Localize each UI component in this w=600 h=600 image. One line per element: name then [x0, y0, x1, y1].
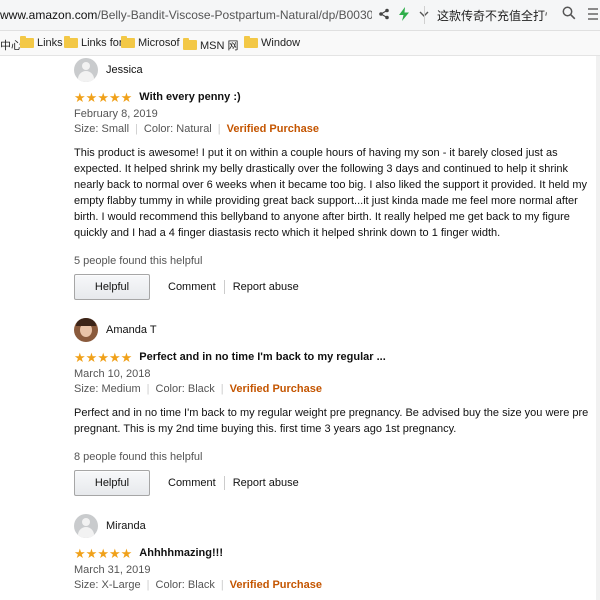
- bookmark-center[interactable]: 中心: [0, 37, 22, 53]
- star-rating[interactable]: ★ ★ ★ ★ ★: [74, 91, 132, 104]
- star-icon: ★: [74, 89, 86, 105]
- star-icon: ★: [97, 545, 109, 561]
- review-item: Amanda T ★ ★ ★ ★ ★ Perfect and in no time I'…: [74, 317, 594, 496]
- star-rating[interactable]: ★ ★ ★ ★ ★: [74, 547, 132, 560]
- meta-separator: |: [217, 123, 221, 135]
- helpful-count: 8 people found this helpful: [74, 451, 203, 463]
- star-icon: ★: [120, 349, 133, 365]
- bookmark-label: 中心: [0, 40, 22, 52]
- review-date: February 8, 2019: [74, 108, 158, 120]
- review-color[interactable]: Color: Black: [156, 577, 215, 593]
- bookmark-label: Microsof: [138, 37, 180, 49]
- star-icon: ★: [97, 89, 109, 105]
- review-color[interactable]: Color: Natural: [144, 121, 212, 137]
- review-meta: Size: X-Large | Color: Black | Verified …: [74, 577, 594, 593]
- url-path: /Belly-Bandit-Viscose-Postpartum-Natural…: [97, 8, 372, 22]
- review-title[interactable]: With every penny :): [139, 91, 240, 103]
- folder-icon: [20, 36, 34, 48]
- star-icon: ★: [85, 349, 98, 365]
- review-profile[interactable]: Jessica: [74, 57, 594, 83]
- folder-icon: [64, 36, 78, 48]
- reviewer-name: Jessica: [106, 64, 143, 76]
- review-date: March 10, 2018: [74, 368, 151, 380]
- bookmarks-bar: 中心 Links Links for Microsof MSN 网 Window: [0, 31, 600, 56]
- meta-separator: |: [146, 383, 150, 395]
- review-profile[interactable]: Amanda T: [74, 317, 594, 343]
- review-date: March 31, 2019: [74, 564, 151, 576]
- verified-badge[interactable]: Verified Purchase: [230, 577, 322, 593]
- star-icon: ★: [85, 545, 98, 561]
- review-title[interactable]: Perfect and in no time I'm back to my re…: [139, 351, 386, 363]
- folder-icon: [121, 36, 135, 48]
- report-abuse-link[interactable]: Report abuse: [225, 476, 307, 490]
- reviewer-name: Miranda: [106, 520, 146, 532]
- comment-link[interactable]: Comment: [160, 476, 224, 490]
- bookmark-windows[interactable]: Window: [244, 36, 301, 49]
- reviewer-name: Amanda T: [106, 324, 157, 336]
- review-body: This product is awesome! I put it on wit…: [74, 147, 587, 239]
- bookmark-links-for[interactable]: Links for: [64, 36, 123, 49]
- meta-separator: |: [220, 383, 224, 395]
- meta-separator: |: [146, 579, 150, 591]
- bookmark-label: Links: [37, 37, 63, 49]
- star-icon: ★: [120, 89, 133, 105]
- lightning-icon[interactable]: [396, 6, 412, 22]
- bookmark-links[interactable]: Links: [20, 36, 63, 49]
- star-icon: ★: [85, 89, 98, 105]
- meta-separator: |: [135, 123, 138, 135]
- review-color[interactable]: Color: Black: [156, 381, 215, 397]
- star-icon: ★: [120, 545, 133, 561]
- report-abuse-link[interactable]: Report abuse: [225, 280, 307, 294]
- review-meta: Size: Medium | Color: Black | Verified P…: [74, 381, 594, 397]
- review-profile[interactable]: Miranda: [74, 513, 594, 539]
- profile-photo-avatar: [74, 318, 98, 342]
- review-item: Miranda ★ ★ ★ ★ ★ Ahhhhmazing!!! March 31, 2…: [74, 513, 594, 593]
- default-avatar-icon: [74, 58, 98, 82]
- star-icon: ★: [74, 545, 86, 561]
- menu-icon[interactable]: [586, 5, 600, 26]
- star-icon: ★: [108, 349, 121, 365]
- helpful-button[interactable]: Helpful: [74, 274, 150, 300]
- url-field[interactable]: www.amazon.com/Belly-Bandit-Viscose-Post…: [0, 8, 372, 22]
- address-bar[interactable]: www.amazon.com/Belly-Bandit-Viscose-Post…: [0, 0, 600, 31]
- bookmark-label: Window: [261, 37, 301, 49]
- review-item: Jessica ★ ★ ★ ★ ★ With every penny :) Februa…: [74, 57, 594, 300]
- meta-separator: |: [220, 579, 224, 591]
- url-host: www.amazon.com: [0, 8, 98, 22]
- star-rating[interactable]: ★ ★ ★ ★ ★: [74, 351, 132, 364]
- addressbar-divider: [424, 6, 425, 24]
- review-title[interactable]: Ahhhhmazing!!!: [139, 547, 223, 559]
- comment-link[interactable]: Comment: [160, 280, 224, 294]
- default-avatar-icon: [74, 514, 98, 538]
- bookmark-microsoft[interactable]: Microsof: [121, 36, 180, 49]
- verified-badge[interactable]: Verified Purchase: [227, 121, 319, 137]
- search-icon[interactable]: [562, 6, 576, 23]
- folder-icon: [244, 36, 258, 48]
- bookmark-msn[interactable]: MSN 网: [183, 37, 239, 53]
- search-input[interactable]: 这款传奇不充值全打怪: [437, 7, 547, 24]
- scrollbar-track[interactable]: [596, 56, 600, 600]
- helpful-button[interactable]: Helpful: [74, 470, 150, 496]
- share-icon[interactable]: [376, 6, 392, 22]
- review-body: Perfect and in no time I'm back to my re…: [74, 407, 589, 435]
- bookmark-label: Links for: [81, 37, 123, 49]
- review-size[interactable]: Size: Small: [74, 121, 129, 137]
- review-meta: Size: Small | Color: Natural | Verified …: [74, 121, 594, 137]
- folder-icon: [183, 38, 197, 50]
- star-icon: ★: [108, 545, 121, 561]
- star-icon: ★: [97, 349, 109, 365]
- star-icon: ★: [74, 349, 86, 365]
- review-size[interactable]: Size: Medium: [74, 381, 141, 397]
- bookmark-label: MSN 网: [200, 40, 239, 52]
- helpful-count: 5 people found this helpful: [74, 255, 203, 267]
- review-size[interactable]: Size: X-Large: [74, 577, 141, 593]
- star-icon: ★: [108, 89, 121, 105]
- verified-badge[interactable]: Verified Purchase: [230, 381, 322, 397]
